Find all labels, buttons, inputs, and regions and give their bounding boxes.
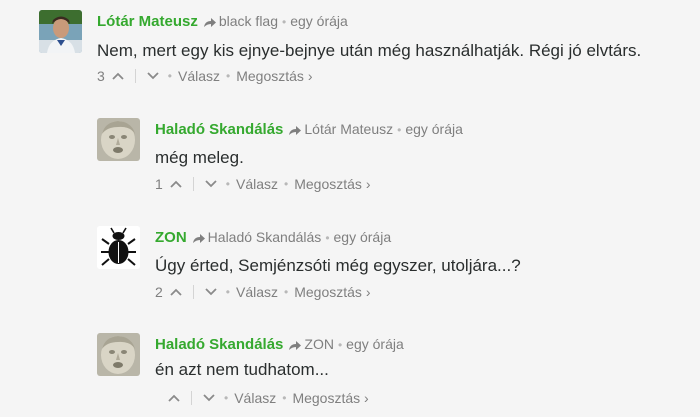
comment-footer: 3 • Válasz • Megosztás › [97, 67, 312, 85]
reply-arrow-icon [288, 337, 302, 355]
author-name[interactable]: Haladó Skandálás [155, 336, 283, 353]
meta-separator: • [337, 338, 343, 352]
vote-divider [192, 285, 194, 299]
comment-text: még meleg. [155, 148, 244, 167]
reply-to-name[interactable]: ZON [304, 336, 334, 352]
reply-link[interactable]: Válasz [178, 67, 220, 85]
vote-count: 1 [155, 176, 163, 192]
comment-header: Lótár Mateusz black flag • egy órája [97, 12, 348, 32]
footer-separator: • [284, 177, 289, 191]
vote-divider [134, 69, 136, 83]
comment-zon: ZON Haladó Skandálás • egy órája Úgy érted,… [97, 226, 697, 306]
reply-arrow-icon [192, 230, 206, 248]
footer-separator: • [226, 69, 231, 83]
comment-header: Haladó Skandálás ZON • egy órája [155, 335, 404, 355]
comment-time[interactable]: egy órája [405, 121, 463, 137]
vote-divider [192, 177, 194, 191]
comment-footer: • Válasz • Megosztás › [155, 389, 369, 407]
comment-footer: 1 • Válasz • Megosztás › [155, 175, 370, 193]
reply-link[interactable]: Válasz [236, 175, 278, 193]
reply-arrow-icon [288, 122, 302, 140]
meta-separator: • [325, 231, 330, 245]
avatar[interactable] [97, 333, 140, 376]
upvote-chevron-icon[interactable] [109, 67, 127, 85]
reply-link[interactable]: Válasz [236, 283, 278, 301]
reply-to-name[interactable]: Lótár Mateusz [304, 121, 393, 137]
avatar[interactable] [39, 10, 82, 53]
comment-header: Haladó Skandálás Lótár Mateusz • egy órája [155, 120, 463, 140]
footer-separator: • [284, 285, 289, 299]
author-name[interactable]: ZON [155, 229, 187, 246]
footer-separator: • [225, 285, 230, 299]
meta-separator: • [282, 15, 287, 29]
vote-divider [191, 391, 192, 405]
downvote-chevron-icon[interactable] [200, 389, 218, 407]
author-name[interactable]: Lótár Mateusz [97, 13, 198, 30]
upvote-chevron-icon[interactable] [167, 175, 185, 193]
comment-text: én azt nem tudhatom... [155, 360, 329, 379]
share-link[interactable]: Megosztás › [294, 283, 370, 301]
upvote-chevron-icon[interactable] [167, 283, 185, 301]
reply-arrow-icon [203, 14, 217, 32]
scarab-avatar [97, 226, 140, 269]
comment-header: ZON Haladó Skandálás • egy órája [155, 228, 391, 248]
share-link[interactable]: Megosztás › [294, 175, 370, 193]
footer-separator: • [224, 391, 229, 405]
comment-text: Nem, mert egy kis ejnye-bejnye után még … [97, 41, 642, 60]
vote-count: 3 [97, 68, 105, 84]
comment-time[interactable]: egy órája [346, 336, 404, 352]
reply-to-name[interactable]: Haladó Skandálás [208, 229, 322, 245]
comment-halado-skandalas-2: Haladó Skandálás ZON • egy órája én azt nem… [97, 333, 697, 413]
comment-time[interactable]: egy órája [334, 229, 392, 245]
comment-lotar-mateusz: Lótár Mateusz black flag • egy órája Nem, m… [39, 10, 699, 90]
author-name[interactable]: Haladó Skandálás [155, 121, 283, 138]
vote-count: 2 [155, 284, 163, 300]
downvote-chevron-icon[interactable] [202, 283, 220, 301]
footer-separator: • [282, 391, 287, 405]
meta-separator: • [397, 123, 402, 137]
avatar[interactable] [97, 118, 140, 161]
reply-to-name[interactable]: black flag [219, 13, 278, 29]
comment-footer: 2 • Válasz • Megosztás › [155, 283, 370, 301]
upvote-chevron-icon[interactable] [165, 389, 183, 407]
comment-halado-skandalas: Haladó Skandálás Lótár Mateusz • egy órája … [97, 118, 697, 198]
share-link[interactable]: Megosztás › [236, 67, 312, 85]
downvote-chevron-icon[interactable] [144, 67, 162, 85]
reply-link[interactable]: Válasz [234, 389, 276, 407]
comment-time[interactable]: egy órája [290, 13, 348, 29]
footer-separator: • [225, 177, 230, 191]
comment-text: Úgy érted, Semjénzsóti még egyszer, utol… [155, 256, 521, 275]
downvote-chevron-icon[interactable] [202, 175, 220, 193]
avatar[interactable] [97, 226, 140, 269]
footer-separator: • [167, 69, 172, 83]
share-link[interactable]: Megosztás › [292, 389, 368, 407]
